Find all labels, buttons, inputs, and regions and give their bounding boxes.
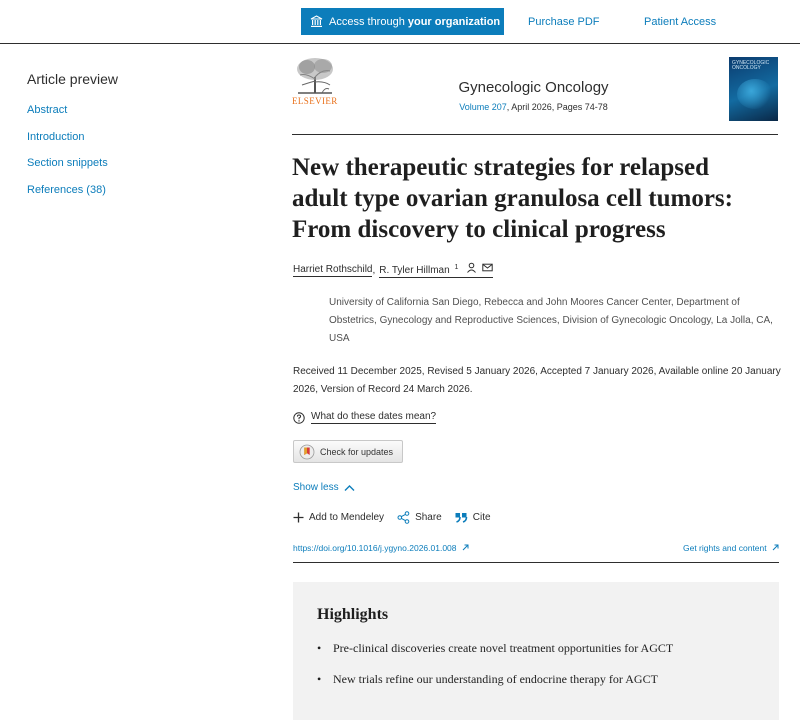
access-button-bold: your organization (407, 15, 501, 28)
get-rights-link[interactable]: Get rights and content (683, 543, 779, 553)
share-icon (397, 511, 410, 524)
access-button-prefix: Access through (329, 15, 408, 28)
divider (292, 134, 778, 135)
highlights-list: Pre-clinical discoveries create novel tr… (317, 639, 737, 701)
journal-cover-image[interactable]: GYNECOLOGIC ONCOLOGY (729, 57, 778, 121)
add-to-mendeley-label: Add to Mendeley (309, 512, 385, 523)
nav-item-introduction[interactable]: Introduction (27, 131, 84, 143)
show-less-label: Show less (293, 482, 339, 493)
author-link[interactable]: Harriet Rothschild (293, 264, 373, 277)
author-separator: , (372, 264, 376, 276)
author-link[interactable]: R. Tyler Hillman 1 (379, 262, 493, 278)
author-list: Harriet Rothschild , R. Tyler Hillman 1 (293, 262, 493, 278)
cover-title: GYNECOLOGIC ONCOLOGY (732, 60, 770, 71)
author-affiliation: University of California San Diego, Rebe… (329, 297, 773, 344)
plus-icon (293, 512, 304, 523)
crossmark-icon (299, 444, 315, 459)
external-link-icon (772, 544, 779, 551)
volume-link[interactable]: Volume 207 (459, 102, 507, 112)
cover-art (737, 79, 773, 109)
nav-title: Article preview (27, 71, 119, 87)
patient-access-link[interactable]: Patient Access (644, 16, 716, 28)
article-title: New therapeutic strategies for relapsed … (292, 154, 733, 243)
journal-issue-info: Volume 207, April 2026, Pages 74-78 (380, 102, 687, 112)
highlight-item: New trials refine our understanding of e… (317, 670, 737, 689)
article-actions: Add to Mendeley Share Cite (293, 511, 504, 524)
journal-title[interactable]: Gynecologic Oncology (380, 79, 687, 96)
person-icon (467, 262, 477, 273)
question-circle-icon (293, 411, 305, 424)
quote-icon (455, 513, 468, 523)
chevron-up-icon (344, 484, 355, 491)
highlight-item: Pre-clinical discoveries create novel tr… (317, 639, 737, 658)
check-for-updates-label: Check for updates (320, 446, 394, 457)
cite-button[interactable]: Cite (455, 512, 491, 523)
share-button[interactable]: Share (397, 511, 442, 524)
mail-icon (482, 263, 493, 272)
cite-label: Cite (472, 512, 491, 523)
publisher-name: ELSEVIER (292, 96, 338, 106)
doi-link[interactable]: https://doi.org/10.1016/j.ygyno.2026.01.… (293, 543, 469, 553)
show-less-toggle[interactable]: Show less (293, 482, 355, 493)
nav-item-abstract[interactable]: Abstract (27, 104, 67, 116)
doi-row: https://doi.org/10.1016/j.ygyno.2026.01.… (293, 543, 779, 557)
doi-label: https://doi.org/10.1016/j.ygyno.2026.01.… (293, 543, 457, 553)
top-bar: Access through your organization Purchas… (0, 0, 800, 44)
author-affiliation-marker: 1 (454, 263, 459, 271)
dates-help-link[interactable]: What do these dates mean? (293, 411, 437, 424)
add-to-mendeley-button[interactable]: Add to Mendeley (293, 512, 384, 523)
publication-dates: Received 11 December 2025, Revised 5 Jan… (293, 366, 781, 395)
author-name: R. Tyler Hillman (379, 265, 450, 276)
nav-item-references[interactable]: References (38) (27, 184, 106, 196)
share-label: Share (415, 512, 442, 523)
get-rights-label: Get rights and content (682, 543, 767, 553)
purchase-pdf-link[interactable]: Purchase PDF (528, 16, 600, 28)
access-through-organization-button[interactable]: Access through your organization (301, 8, 504, 35)
institution-icon (310, 15, 323, 27)
nav-item-section-snippets[interactable]: Section snippets (27, 157, 108, 169)
highlights-title: Highlights (317, 606, 389, 623)
dates-help-label: What do these dates mean? (311, 411, 437, 424)
issue-details: , April 2026, Pages 74-78 (506, 102, 608, 112)
divider (293, 562, 779, 563)
check-for-updates-button[interactable]: Check for updates (293, 440, 403, 463)
highlights-panel: Highlights Pre-clinical discoveries crea… (293, 582, 779, 720)
external-link-icon (462, 544, 469, 551)
